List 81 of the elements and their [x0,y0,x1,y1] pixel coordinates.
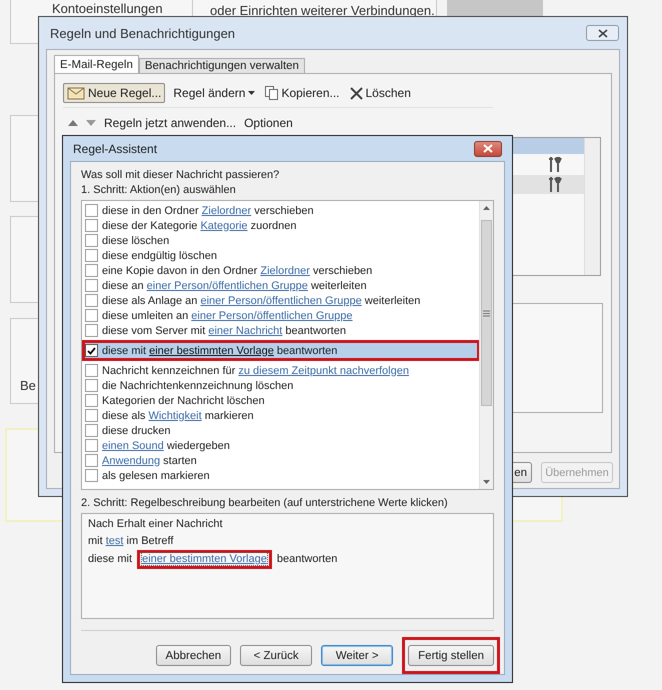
description-text: mit [88,535,104,547]
checkbox[interactable] [85,454,98,467]
checkbox[interactable] [85,394,98,407]
action-row[interactable]: einen Sound wiedergeben [85,438,479,453]
checkbox[interactable] [85,294,98,307]
down-arrow-icon[interactable] [483,480,490,484]
checkbox[interactable] [85,219,98,232]
close-button[interactable] [586,25,619,41]
delete-button[interactable]: Löschen [348,83,413,103]
down-arrow-icon[interactable] [86,120,96,126]
section-title: Kontoeinstellungen [52,1,163,16]
command-link[interactable]: Regeln jetzt anwenden... [104,116,236,130]
close-icon [598,28,608,38]
checkbox[interactable] [85,409,98,422]
action-row[interactable]: Nachricht kennzeichnen für zu diesem Zeitpunkt nachverfolgen [85,363,479,378]
checkbox[interactable] [85,344,98,357]
action-row[interactable]: als gelesen markieren [85,468,479,483]
description-text: diese mit [88,553,134,565]
scrollbar[interactable] [479,201,493,489]
action-row[interactable]: diese als Anlage an einer Person/öffentlichen Gruppe weiterleiten [85,293,479,308]
checkbox[interactable] [85,234,98,247]
tab[interactable]: Benachrichtigungen verwalten [138,58,305,73]
step-label: 2. Schritt: Regelbeschreibung bearbeiten (auf unterstrichene Werte klicken) [81,496,448,511]
scroll-thumb[interactable] [481,220,492,406]
description-text: Nach Erhalt einer Nachricht [88,518,223,530]
window-title: Regel-Assistent [73,142,158,156]
checkbox[interactable] [85,324,98,337]
tools-icon [548,176,562,193]
value-link[interactable]: einer bestimmten Vorlage [142,553,267,565]
caret-icon [248,91,256,95]
close-icon [483,144,493,153]
new-rule-button[interactable]: Neue Regel... [63,83,166,103]
checkbox[interactable] [85,439,98,452]
up-arrow-icon[interactable] [483,206,490,210]
command-link[interactable]: Optionen [244,116,293,130]
scrollbar[interactable] [584,138,600,275]
edit-rule-button[interactable]: Regel ändern [171,83,258,103]
dialog-button[interactable]: < Zurück [240,645,312,666]
copy-icon [265,86,278,100]
action-row[interactable]: diese umleiten an einer Person/öffentlichen Gruppe [85,308,479,323]
action-row[interactable]: diese endgültig löschen [85,248,479,263]
checkbox[interactable] [85,249,98,262]
action-row[interactable]: die Nachrichtenkennzeichnung löschen [85,378,479,393]
checkbox[interactable] [85,204,98,217]
dialog-button[interactable]: Fertig stellen [408,645,494,666]
envelope-icon [67,86,85,100]
action-row[interactable]: Kategorien der Nachricht löschen [85,393,479,408]
description-text: im Betreff [126,535,174,547]
action-row[interactable]: diese löschen [85,233,479,248]
checkbox[interactable] [85,424,98,437]
description-text: beantworten [276,553,338,565]
copy-button[interactable]: Kopieren... [263,83,342,103]
action-row[interactable]: diese in den Ordner Zielordner verschieben [85,203,479,218]
action-row[interactable]: diese mit einer bestimmten Vorlage beantworten [85,343,477,358]
value-link[interactable]: test [106,535,124,547]
action-row[interactable]: diese drucken [85,423,479,438]
grip-icon [483,310,490,316]
checkbox[interactable] [85,379,98,392]
action-row[interactable]: diese vom Server mit einer Nachricht beantworten [85,323,479,338]
checkbox[interactable] [85,469,98,482]
close-button[interactable] [474,140,502,156]
dialog-button[interactable]: Abbrechen [156,645,232,666]
action-row[interactable]: eine Kopie davon in den Ordner Zielordner verschieben [85,263,479,278]
checkbox[interactable] [85,279,98,292]
up-arrow-icon[interactable] [68,120,78,126]
dialog-button[interactable]: Weiter > [321,645,394,666]
button-label: Be [20,378,36,393]
tab[interactable]: E-Mail-Regeln [54,55,139,73]
close-icon [350,86,362,100]
action-row[interactable]: diese der Kategorie Kategorie zuordnen [85,218,479,233]
description-text: oder Einrichten weiterer Verbindungen. [210,3,435,18]
action-row[interactable]: diese an einer Person/öffentlichen Gruppe weiterleiten [85,278,479,293]
question-text: Was soll mit dieser Nachricht passieren? [81,168,280,183]
action-row[interactable]: diese als Wichtigkeit markieren [85,408,479,423]
checkbox[interactable] [85,264,98,277]
checkbox[interactable] [85,364,98,377]
checkbox[interactable] [85,309,98,322]
window-title: Regeln und Benachrichtigungen [50,26,236,40]
action-row[interactable]: Anwendung starten [85,453,479,468]
tools-icon [548,156,562,173]
step-label: 1. Schritt: Aktion(en) auswählen [81,183,236,198]
